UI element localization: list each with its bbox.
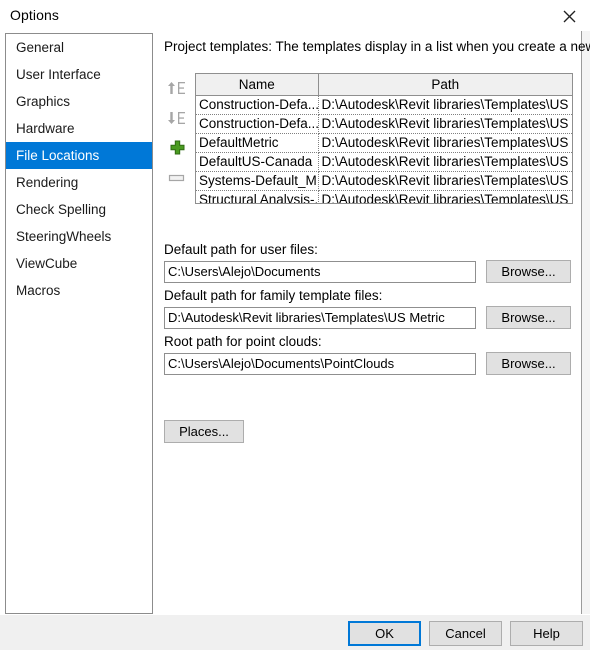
sidebar-item-hardware[interactable]: Hardware bbox=[6, 115, 152, 142]
column-header-name[interactable]: Name bbox=[196, 74, 319, 96]
ok-button[interactable]: OK bbox=[348, 621, 421, 646]
move-down-icon[interactable] bbox=[164, 105, 190, 131]
cell-name: DefaultUS-Canada bbox=[196, 152, 319, 172]
sidebar-item-label: Hardware bbox=[16, 121, 75, 136]
table-row[interactable]: DefaultMetric D:\Autodesk\Revit librarie… bbox=[196, 133, 572, 153]
help-button[interactable]: Help bbox=[510, 621, 583, 646]
cell-path: D:\Autodesk\Revit libraries\Templates\US… bbox=[318, 171, 572, 191]
cell-name: Systems-Default_M... bbox=[196, 171, 319, 191]
cell-name: DefaultMetric bbox=[196, 133, 319, 153]
family-template-path-group: Default path for family template files: … bbox=[164, 288, 574, 329]
sidebar-item-label: ViewCube bbox=[16, 256, 78, 271]
file-locations-panel: Project templates: The templates display… bbox=[155, 31, 590, 614]
family-template-path-input[interactable] bbox=[164, 306, 476, 329]
cell-name: Structural Analysis-... bbox=[196, 190, 319, 203]
close-icon[interactable] bbox=[554, 3, 584, 29]
sidebar-item-label: Macros bbox=[16, 283, 61, 298]
browse-family-template-button[interactable]: Browse... bbox=[486, 306, 571, 329]
title-bar: Options bbox=[0, 0, 590, 31]
family-template-path-label: Default path for family template files: bbox=[164, 288, 383, 303]
add-icon[interactable] bbox=[164, 135, 190, 161]
sidebar-item-label: General bbox=[16, 40, 65, 55]
user-files-path-label: Default path for user files: bbox=[164, 242, 318, 257]
sidebar-item-check-spelling[interactable]: Check Spelling bbox=[6, 196, 152, 223]
list-toolbar bbox=[164, 75, 192, 191]
table-header-row: Name Path bbox=[196, 74, 572, 96]
sidebar-item-label: User Interface bbox=[16, 67, 101, 82]
dialog-title: Options bbox=[10, 7, 59, 23]
remove-icon[interactable] bbox=[164, 165, 190, 191]
dialog-right-edge bbox=[581, 31, 590, 614]
sidebar-item-label: File Locations bbox=[16, 148, 100, 163]
sidebar-item-label: Graphics bbox=[16, 94, 71, 109]
dialog-footer: OK Cancel Help bbox=[0, 615, 590, 650]
move-up-icon[interactable] bbox=[164, 75, 190, 101]
places-button[interactable]: Places... bbox=[164, 420, 244, 443]
table-row[interactable]: Construction-Defa... D:\Autodesk\Revit l… bbox=[196, 114, 572, 134]
cell-path: D:\Autodesk\Revit libraries\Templates\US… bbox=[318, 152, 572, 172]
cell-name: Construction-Defa... bbox=[196, 114, 319, 134]
cancel-button[interactable]: Cancel bbox=[429, 621, 502, 646]
user-files-path-group: Default path for user files: Browse... bbox=[164, 242, 574, 283]
cell-path: D:\Autodesk\Revit libraries\Templates\US… bbox=[318, 133, 572, 153]
sidebar-item-macros[interactable]: Macros bbox=[6, 277, 152, 304]
point-clouds-path-input[interactable] bbox=[164, 352, 476, 375]
sidebar-item-file-locations[interactable]: File Locations bbox=[6, 142, 152, 169]
cell-path: D:\Autodesk\Revit libraries\Templates\US… bbox=[318, 190, 572, 203]
column-header-path[interactable]: Path bbox=[318, 74, 572, 96]
table-row[interactable]: Structural Analysis-... D:\Autodesk\Revi… bbox=[196, 190, 572, 203]
sidebar-item-steeringwheels[interactable]: SteeringWheels bbox=[6, 223, 152, 250]
browse-user-files-button[interactable]: Browse... bbox=[486, 260, 571, 283]
sidebar-item-label: Check Spelling bbox=[16, 202, 107, 217]
sidebar-item-viewcube[interactable]: ViewCube bbox=[6, 250, 152, 277]
sidebar-item-label: SteeringWheels bbox=[16, 229, 112, 244]
point-clouds-path-label: Root path for point clouds: bbox=[164, 334, 322, 349]
cell-name: Construction-Defa... bbox=[196, 95, 319, 115]
browse-point-clouds-button[interactable]: Browse... bbox=[486, 352, 571, 375]
point-clouds-path-group: Root path for point clouds: Browse... bbox=[164, 334, 574, 375]
user-files-path-input[interactable] bbox=[164, 260, 476, 283]
sidebar-item-general[interactable]: General bbox=[6, 34, 152, 61]
table-row[interactable]: Construction-Defa... D:\Autodesk\Revit l… bbox=[196, 95, 572, 115]
table-row[interactable]: Systems-Default_M... D:\Autodesk\Revit l… bbox=[196, 171, 572, 191]
cell-path: D:\Autodesk\Revit libraries\Templates\US… bbox=[318, 95, 572, 115]
category-list[interactable]: General User Interface Graphics Hardware… bbox=[5, 33, 153, 614]
sidebar-item-user-interface[interactable]: User Interface bbox=[6, 61, 152, 88]
project-templates-label: Project templates: The templates display… bbox=[164, 39, 590, 54]
table-row[interactable]: DefaultUS-Canada D:\Autodesk\Revit libra… bbox=[196, 152, 572, 172]
project-templates-table[interactable]: Name Path Construction-Defa... D:\Autode… bbox=[195, 73, 573, 204]
options-dialog: Options General User Interface Graphics … bbox=[0, 0, 590, 650]
cell-path: D:\Autodesk\Revit libraries\Templates\US… bbox=[318, 114, 572, 134]
sidebar-item-label: Rendering bbox=[16, 175, 79, 190]
sidebar-item-rendering[interactable]: Rendering bbox=[6, 169, 152, 196]
sidebar-item-graphics[interactable]: Graphics bbox=[6, 88, 152, 115]
